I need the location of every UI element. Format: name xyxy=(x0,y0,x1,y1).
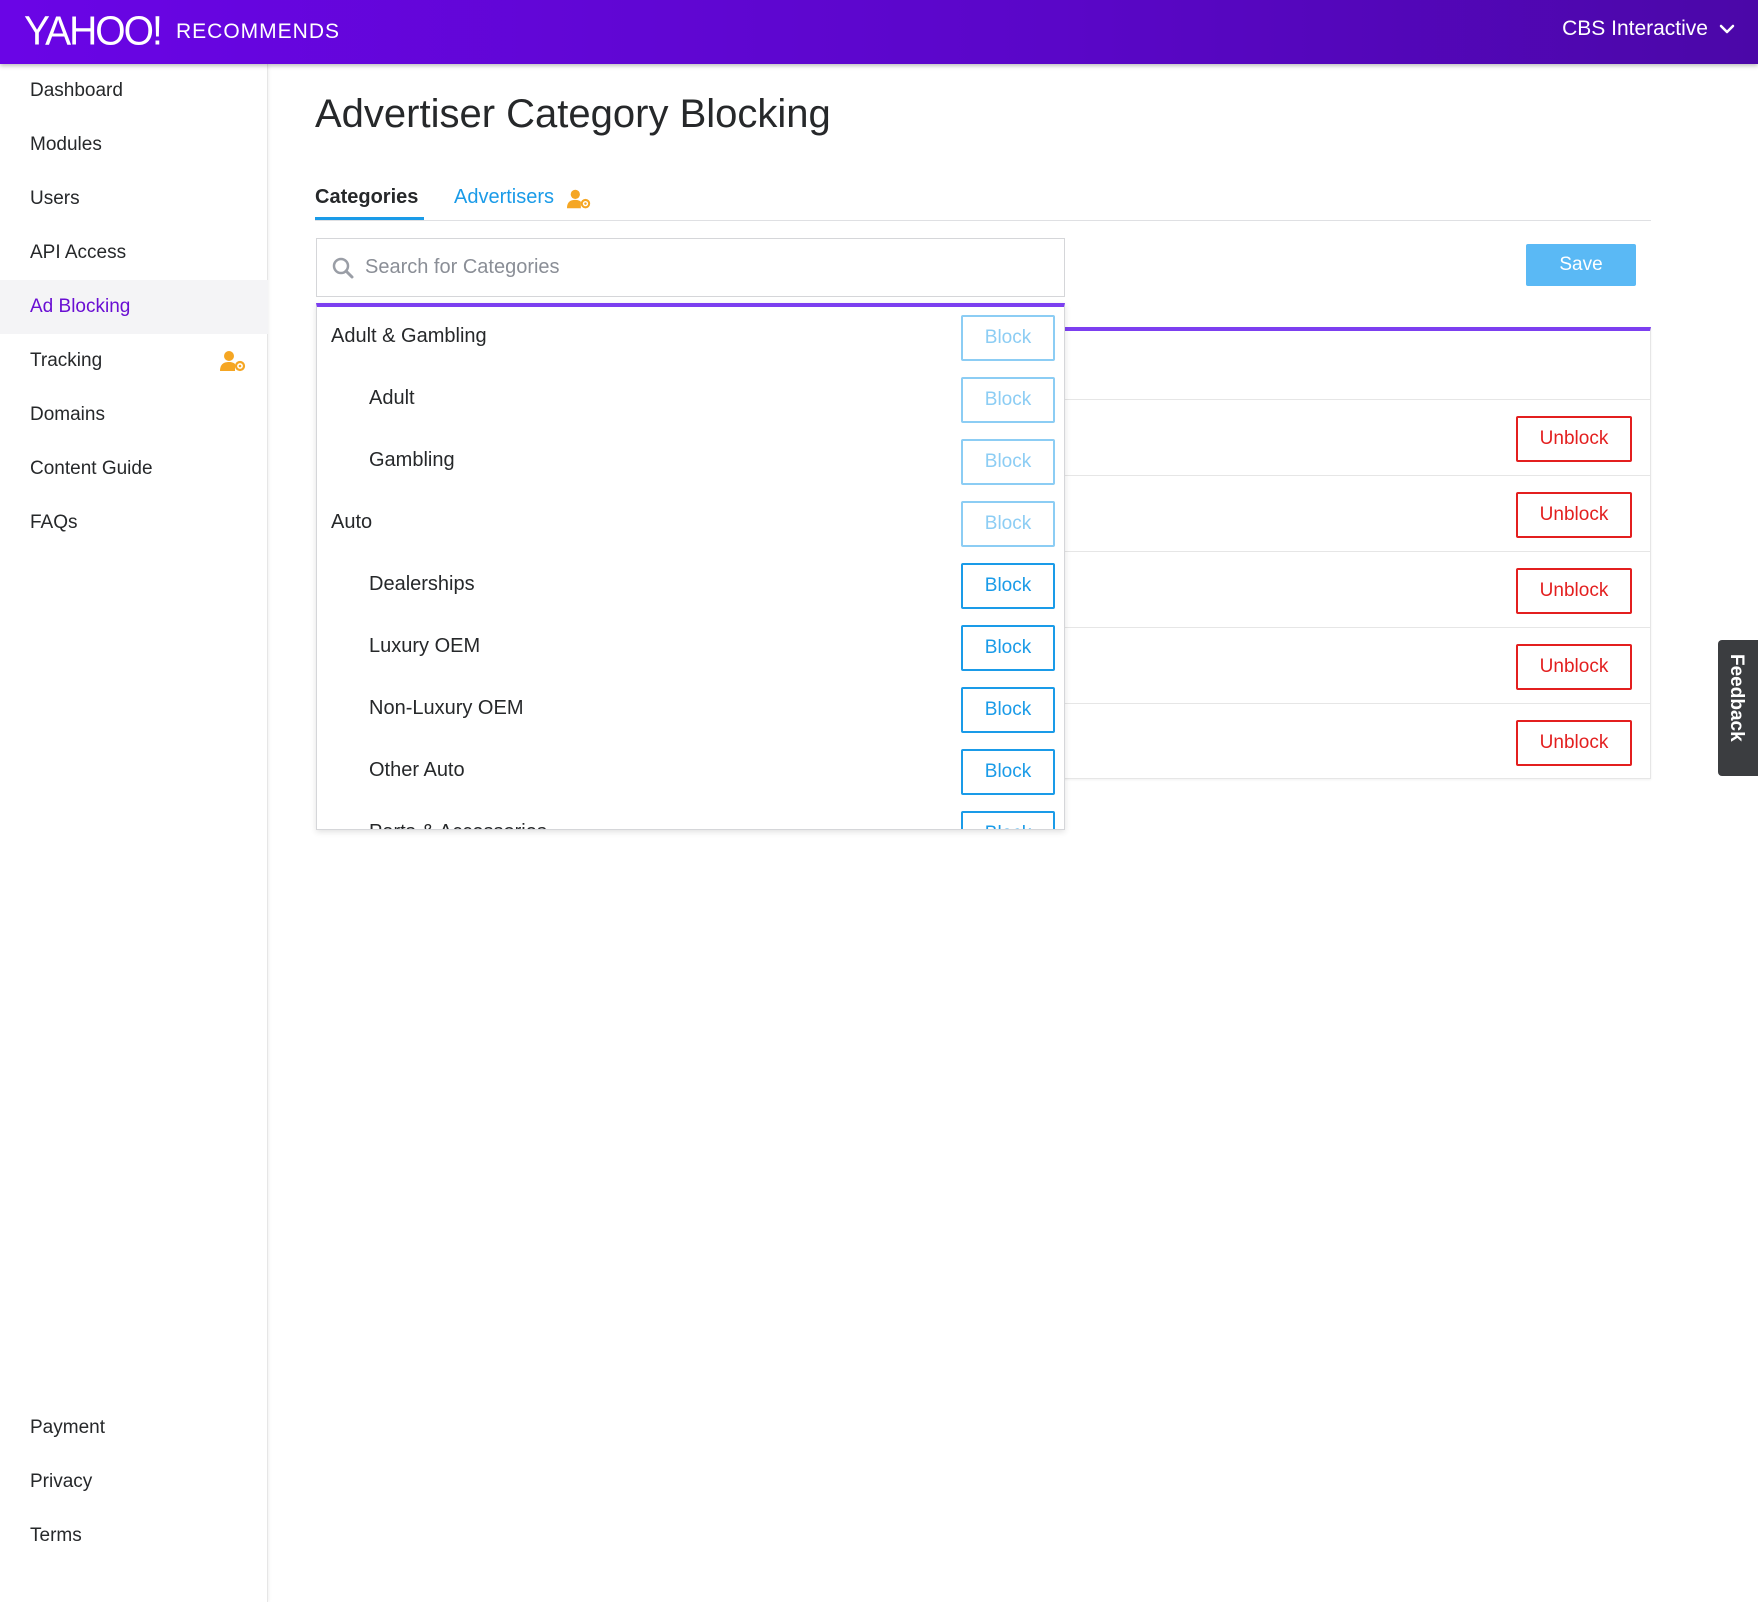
sidebar-item-label: Terms xyxy=(30,1525,82,1546)
unblock-button[interactable]: Unblock xyxy=(1516,644,1632,690)
user-gear-icon xyxy=(567,189,591,209)
yahoo-logo[interactable]: YAHOO! xyxy=(24,9,163,55)
list-item: Luxury OEM Block xyxy=(317,617,1064,679)
category-label: Gambling xyxy=(369,449,455,471)
category-label: Dealerships xyxy=(369,573,475,595)
tabs-divider xyxy=(315,220,1651,221)
feedback-label: Feedback xyxy=(1726,654,1747,742)
unblock-button[interactable]: Unblock xyxy=(1516,720,1632,766)
sidebar-item-faqs[interactable]: FAQs xyxy=(0,496,268,550)
sidebar: Dashboard Modules Users API Access Ad Bl… xyxy=(0,64,268,1602)
sidebar-item-modules[interactable]: Modules xyxy=(0,118,268,172)
sidebar-item-users[interactable]: Users xyxy=(0,172,268,226)
sidebar-item-tracking[interactable]: Tracking xyxy=(0,334,268,388)
category-label: Luxury OEM xyxy=(369,635,481,657)
table-row: Unblock xyxy=(1061,703,1650,779)
unblock-button[interactable]: Unblock xyxy=(1516,416,1632,462)
category-dropdown: Adult & Gambling Block Adult Block Gambl… xyxy=(316,303,1065,830)
sidebar-item-label: Privacy xyxy=(30,1471,93,1492)
category-label: Adult & Gambling xyxy=(331,325,487,347)
block-button[interactable]: Block xyxy=(961,501,1055,547)
list-item: Parts & Accessories Block xyxy=(317,803,1064,829)
block-button[interactable]: Block xyxy=(961,687,1055,733)
category-search xyxy=(316,238,1065,297)
block-button[interactable]: Block xyxy=(961,811,1055,829)
category-label: Parts & Accessories xyxy=(369,821,547,829)
category-label: Adult xyxy=(369,387,415,409)
sidebar-item-label: Modules xyxy=(30,134,102,155)
table-row: Unblock xyxy=(1061,551,1650,627)
page-title: Advertiser Category Blocking xyxy=(315,92,831,136)
blocked-categories-panel: Unblock Unblock Unblock Unblock Unblock xyxy=(1060,327,1651,779)
category-label: Auto xyxy=(331,511,373,533)
sidebar-item-label: API Access xyxy=(30,242,127,263)
sidebar-item-label: Payment xyxy=(30,1417,105,1438)
sidebar-item-label: Tracking xyxy=(30,350,103,371)
search-icon xyxy=(332,257,354,279)
feedback-tab[interactable]: Feedback xyxy=(1718,640,1758,776)
chevron-down-icon[interactable] xyxy=(1718,20,1736,38)
sidebar-item-ad-blocking[interactable]: Ad Blocking xyxy=(0,280,268,334)
sidebar-item-dashboard[interactable]: Dashboard xyxy=(0,64,268,118)
list-item: Gambling Block xyxy=(317,431,1064,493)
sidebar-item-label: Content Guide xyxy=(30,458,153,479)
list-item: Other Auto Block xyxy=(317,741,1064,803)
sidebar-item-label: Ad Blocking xyxy=(30,296,131,317)
list-item: Non-Luxury OEM Block xyxy=(317,679,1064,741)
unblock-button[interactable]: Unblock xyxy=(1516,492,1632,538)
sidebar-item-terms[interactable]: Terms xyxy=(0,1509,268,1563)
sidebar-item-privacy[interactable]: Privacy xyxy=(0,1455,268,1509)
table-row: Unblock xyxy=(1061,627,1650,703)
block-button[interactable]: Block xyxy=(961,749,1055,795)
block-button[interactable]: Block xyxy=(961,439,1055,485)
unblock-button[interactable]: Unblock xyxy=(1516,568,1632,614)
tab-advertisers[interactable]: Advertisers xyxy=(454,186,554,209)
search-input[interactable] xyxy=(365,239,1055,296)
list-item: Auto Block xyxy=(317,493,1064,555)
top-header: YAHOO! RECOMMENDS CBS Interactive xyxy=(0,0,1758,64)
product-name: RECOMMENDS xyxy=(176,20,341,43)
list-item: Dealerships Block xyxy=(317,555,1064,617)
sidebar-item-payment[interactable]: Payment xyxy=(0,1401,268,1455)
category-label: Non-Luxury OEM xyxy=(369,697,524,719)
sidebar-item-api-access[interactable]: API Access xyxy=(0,226,268,280)
sidebar-item-domains[interactable]: Domains xyxy=(0,388,268,442)
sidebar-item-label: Domains xyxy=(30,404,105,425)
save-button[interactable]: Save xyxy=(1526,244,1636,286)
block-button[interactable]: Block xyxy=(961,315,1055,361)
sidebar-item-label: Users xyxy=(30,188,80,209)
category-label: Other Auto xyxy=(369,759,465,781)
table-row: Unblock xyxy=(1061,399,1650,475)
list-item: Adult Block xyxy=(317,369,1064,431)
table-row: Unblock xyxy=(1061,475,1650,551)
list-item: Adult & Gambling Block xyxy=(317,307,1064,369)
sidebar-item-label: FAQs xyxy=(30,512,78,533)
block-button[interactable]: Block xyxy=(961,625,1055,671)
sidebar-item-content-guide[interactable]: Content Guide xyxy=(0,442,268,496)
account-switcher[interactable]: CBS Interactive xyxy=(1562,17,1708,41)
user-gear-icon xyxy=(220,351,246,372)
tab-categories[interactable]: Categories xyxy=(315,186,418,209)
block-button[interactable]: Block xyxy=(961,563,1055,609)
sidebar-item-label: Dashboard xyxy=(30,80,123,101)
block-button[interactable]: Block xyxy=(961,377,1055,423)
